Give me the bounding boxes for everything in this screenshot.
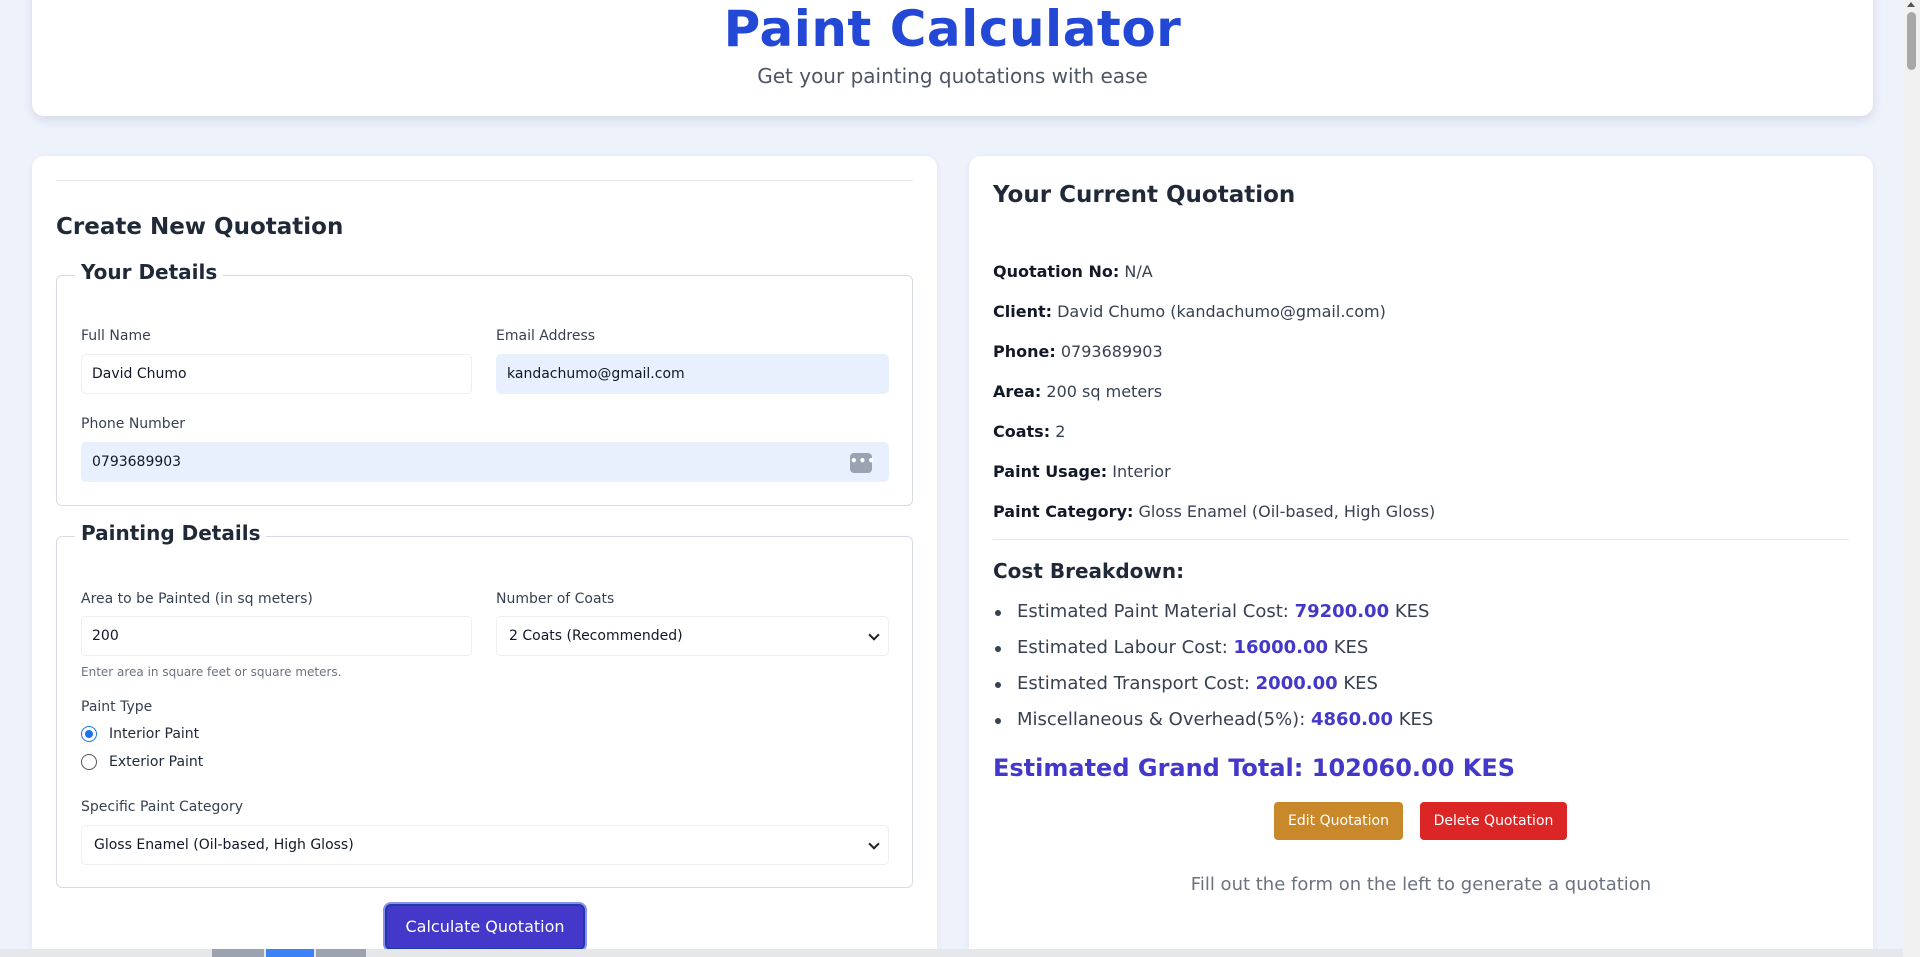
cost-label: Miscellaneous & Overhead(5%): <box>1017 709 1306 730</box>
phone-value: 0793689903 <box>92 454 182 470</box>
row-value: 0793689903 <box>1060 342 1163 361</box>
coats-selected-value: 2 Coats (Recommended) <box>509 628 683 644</box>
cost-unit: KES <box>1394 601 1430 622</box>
calculate-quotation-button[interactable]: Calculate Quotation <box>385 904 585 950</box>
paint-category-selected-value: Gloss Enamel (Oil-based, High Gloss) <box>94 837 354 853</box>
area-hint: Enter area in square feet or square mete… <box>81 665 342 679</box>
phone-row: Phone: 0793689903 <box>993 342 1163 361</box>
taskbar-item[interactable] <box>266 949 314 957</box>
area-label: Area to be Painted (in sq meters) <box>81 591 313 607</box>
quotation-number-row: Quotation No: N/A <box>993 262 1153 281</box>
radio-interior-paint[interactable]: Interior Paint <box>81 726 199 742</box>
row-value: Interior <box>1112 462 1171 481</box>
paint-category-row: Paint Category: Gloss Enamel (Oil-based,… <box>993 502 1435 521</box>
divider <box>56 180 913 181</box>
cost-label: Estimated Paint Material Cost: <box>1017 601 1289 622</box>
email-label: Email Address <box>496 328 596 344</box>
radio-label-interior: Interior Paint <box>109 726 200 742</box>
form-title: Create New Quotation <box>56 214 344 240</box>
row-label: Paint Category: <box>993 502 1134 521</box>
row-value: 2 <box>1055 422 1066 441</box>
cost-item-material: Estimated Paint Material Cost: 79200.00 … <box>993 600 1433 636</box>
cost-item-transport: Estimated Transport Cost: 2000.00 KES <box>993 672 1433 708</box>
painting-details-legend: Painting Details <box>75 521 267 545</box>
paint-usage-row: Paint Usage: Interior <box>993 462 1171 481</box>
row-label: Phone: <box>993 342 1056 361</box>
row-value: Gloss Enamel (Oil-based, High Gloss) <box>1138 502 1436 521</box>
radio-exterior-paint[interactable]: Exterior Paint <box>81 754 203 770</box>
paint-category-label: Specific Paint Category <box>81 799 243 815</box>
row-label: Quotation No: <box>993 262 1120 281</box>
quotation-title: Your Current Quotation <box>993 182 1296 208</box>
cost-amount: 2000.00 <box>1255 673 1338 694</box>
full-name-label: Full Name <box>81 328 151 344</box>
cost-item-overhead: Miscellaneous & Overhead(5%): 4860.00 KE… <box>993 708 1433 744</box>
coats-row: Coats: 2 <box>993 422 1065 441</box>
row-value: N/A <box>1124 262 1153 281</box>
radio-label-exterior: Exterior Paint <box>109 754 204 770</box>
cost-amount: 4860.00 <box>1311 709 1393 730</box>
paint-category-select[interactable]: Gloss Enamel (Oil-based, High Gloss) <box>81 825 889 865</box>
cost-unit: KES <box>1333 637 1369 658</box>
row-label: Client: <box>993 302 1052 321</box>
cost-label: Estimated Transport Cost: <box>1017 673 1250 694</box>
cost-item-labour: Estimated Labour Cost: 16000.00 KES <box>993 636 1433 672</box>
row-label: Paint Usage: <box>993 462 1108 481</box>
cost-amount: 16000.00 <box>1233 637 1329 658</box>
scrollbar-thumb[interactable] <box>1907 12 1916 70</box>
your-details-legend: Your Details <box>75 260 224 284</box>
chevron-down-icon <box>868 838 880 850</box>
cost-breakdown-title: Cost Breakdown: <box>993 559 1185 583</box>
page-title: Paint Calculator <box>723 0 1182 58</box>
row-value: 200 sq meters <box>1046 382 1163 401</box>
divider <box>993 539 1849 540</box>
row-value: David Chumo (kandachumo@gmail.com) <box>1057 302 1386 321</box>
painting-details-section: Painting Details Area to be Painted (in … <box>56 521 913 888</box>
radio-button-checked[interactable] <box>81 726 97 742</box>
grand-total: Estimated Grand Total: 102060.00 KES <box>993 754 1516 782</box>
chevron-down-icon <box>868 629 880 641</box>
full-name-input[interactable]: David Chumo <box>81 354 472 394</box>
paint-type-label: Paint Type <box>81 699 153 715</box>
taskbar-item[interactable] <box>316 949 366 957</box>
more-options-icon[interactable]: ••• <box>850 453 875 473</box>
cost-list: Estimated Paint Material Cost: 79200.00 … <box>993 600 1433 744</box>
header-card: Paint Calculator Get your painting quota… <box>32 0 1873 116</box>
area-row: Area: 200 sq meters <box>993 382 1162 401</box>
email-input[interactable]: kandachumo@gmail.com <box>496 354 889 394</box>
delete-quotation-button[interactable]: Delete Quotation <box>1420 802 1567 840</box>
cost-unit: KES <box>1398 709 1434 730</box>
edit-quotation-button[interactable]: Edit Quotation <box>1274 802 1403 840</box>
taskbar <box>0 949 1903 957</box>
taskbar-item[interactable] <box>212 949 264 957</box>
client-row: Client: David Chumo (kandachumo@gmail.co… <box>993 302 1386 321</box>
phone-input[interactable]: 0793689903 ••• <box>81 442 889 482</box>
page-scrollbar[interactable] <box>1903 0 1920 957</box>
row-label: Area: <box>993 382 1042 401</box>
row-label: Coats: <box>993 422 1051 441</box>
area-input[interactable]: 200 <box>81 616 472 656</box>
cost-amount: 79200.00 <box>1294 601 1390 622</box>
coats-select[interactable]: 2 Coats (Recommended) <box>496 616 889 656</box>
page: Paint Calculator Get your painting quota… <box>0 0 1920 957</box>
cost-unit: KES <box>1343 673 1378 694</box>
helper-note: Fill out the form on the left to generat… <box>1190 874 1652 895</box>
current-quotation-card: Your Current Quotation Quotation No: N/A… <box>969 156 1873 957</box>
scroll-up-arrow-icon[interactable] <box>1907 2 1915 7</box>
radio-button[interactable] <box>81 754 97 770</box>
quotation-form-card: Create New Quotation Your Details Full N… <box>32 156 937 957</box>
cost-label: Estimated Labour Cost: <box>1017 637 1228 658</box>
coats-label: Number of Coats <box>496 591 615 607</box>
phone-label: Phone Number <box>81 416 186 432</box>
page-subtitle: Get your painting quotations with ease <box>757 64 1148 88</box>
your-details-section: Your Details Full Name David Chumo Email… <box>56 260 913 506</box>
